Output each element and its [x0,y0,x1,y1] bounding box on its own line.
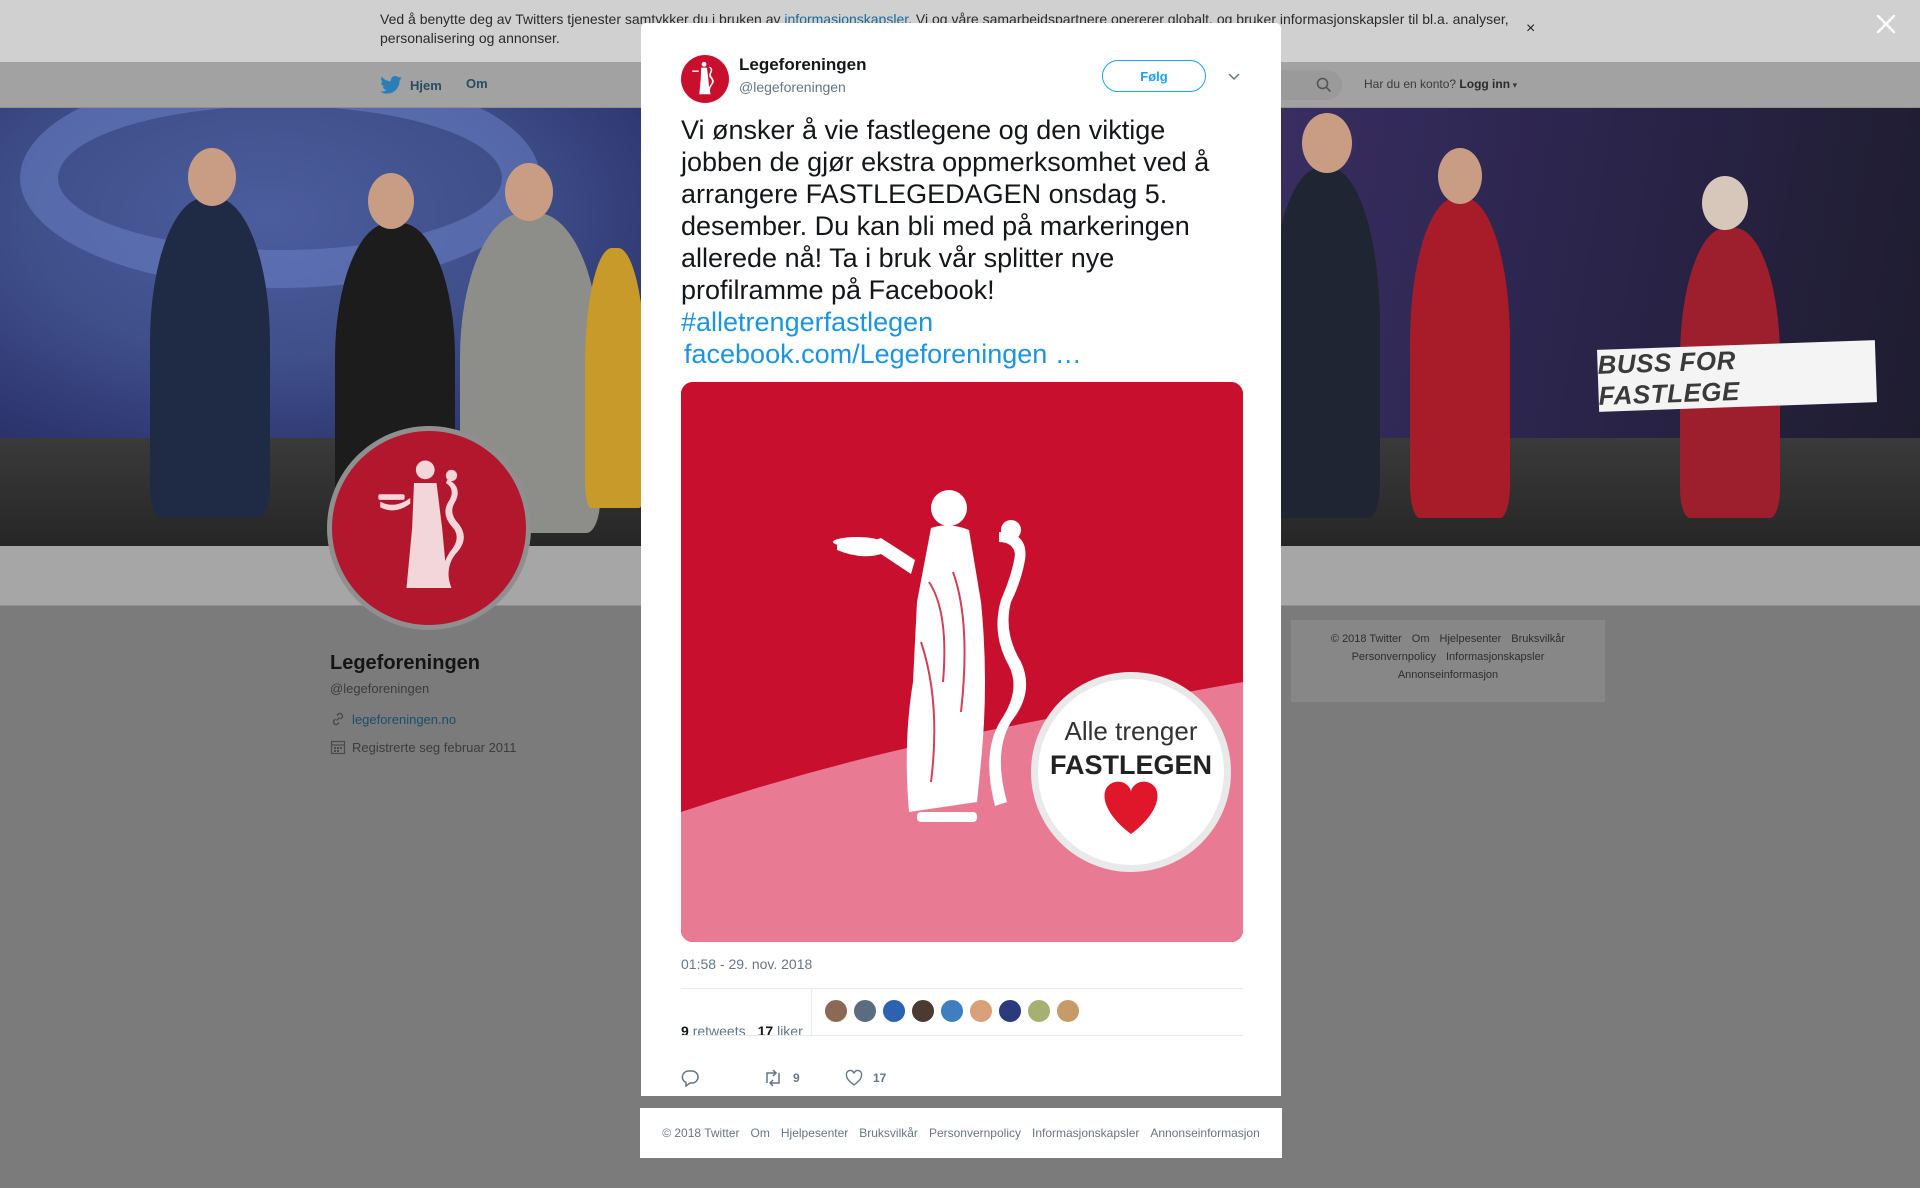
tweet-timestamp[interactable]: 01:58 - 29. nov. 2018 [681,956,812,972]
nav-about-link[interactable]: Om [466,76,488,91]
retweets-count: 9 [681,1023,689,1039]
asclepius-logo-icon [378,460,464,588]
footer-cookies-link[interactable]: Informasjonskapsler [1032,1126,1139,1140]
footer-terms-link[interactable]: Bruksvilkår [859,1126,918,1140]
tweet-author-name[interactable]: Legeforeningen [739,55,867,75]
follow-button[interactable]: Følg [1102,60,1206,92]
footer-ads-info-link[interactable]: Annonseinformasjon [1398,669,1498,681]
footer-about-link[interactable]: Om [751,1126,770,1140]
twitter-bird-icon [380,76,402,94]
footer-privacy-link[interactable]: Personvernpolicy [1352,651,1436,663]
cookie-close-icon[interactable]: × [1526,20,1535,38]
like-heart-icon [845,1069,863,1086]
profile-website-row: legeforeningen.no [330,711,456,727]
retweets-stat[interactable]: 9 retweets [681,1023,746,1039]
profile-joined-row: Registrerte seg februar 2011 [330,739,517,755]
tweet-media-image[interactable]: Alle trenger FASTLEGEN [681,382,1243,942]
tweet-modal: Legeforeningen @legeforeningen Følg Vi ø… [641,23,1281,1096]
login-link[interactable]: Logg inn [1459,77,1510,91]
divider [681,1035,1243,1036]
asclepius-logo-icon [692,61,714,95]
footer-terms-link[interactable]: Bruksvilkår [1511,633,1565,645]
tweet-stats: 9 retweets 17 liker [681,1023,803,1039]
nav-home-link[interactable]: Hjem [380,76,442,94]
tweet-body: Vi ønsker å vie fastlegene og den viktig… [681,115,1210,305]
liker-avatar[interactable] [853,999,877,1023]
footer-privacy-link[interactable]: Personvernpolicy [929,1126,1021,1140]
retweet-icon [766,1069,780,1087]
sidebar-footer: © 2018 Twitter Om Hjelpesenter Bruksvilkår … [1291,620,1605,702]
reply-icon [681,1070,699,1087]
login-area: Har du en konto? Logg inn ▾ [1364,77,1517,91]
tweet-author-handle[interactable]: @legeforeningen [739,79,846,95]
likes-count: 17 [757,1023,774,1039]
liker-avatar[interactable] [969,999,993,1023]
nav-home-label: Hjem [410,77,442,93]
liker-avatars [824,999,1080,1023]
footer-ads-info-link[interactable]: Annonseinformasjon [1150,1126,1259,1140]
profile-handle: @legeforeningen [330,681,430,696]
profile-avatar[interactable] [327,426,531,630]
profile-joined-text: Registrerte seg februar 2011 [352,739,517,755]
liker-avatar[interactable] [824,999,848,1023]
chevron-down-icon[interactable] [1225,67,1243,85]
login-prompt: Har du en konto? [1364,77,1457,91]
retweets-label: retweets [692,1023,746,1039]
liker-avatar[interactable] [911,999,935,1023]
like-button[interactable]: 17 [845,1069,886,1087]
reply-button[interactable] [681,1069,763,1087]
modal-footer: © 2018 Twitter Om Hjelpesenter Bruksvilk… [640,1108,1282,1158]
tweet-author-avatar[interactable] [681,55,729,103]
liker-avatar[interactable] [940,999,964,1023]
liker-avatar[interactable] [882,999,906,1023]
footer-copyright: © 2018 Twitter [662,1126,740,1140]
liker-avatar[interactable] [1056,999,1080,1023]
profile-name: Legeforeningen [330,652,481,674]
profile-website-link[interactable]: legeforeningen.no [352,712,456,727]
media-text-line2: FASTLEGEN [1050,750,1212,780]
liker-avatar[interactable] [998,999,1022,1023]
caret-down-icon[interactable]: ▾ [1510,80,1518,90]
media-text-line1: Alle trenger [1065,716,1198,746]
liker-avatar[interactable] [1027,999,1051,1023]
tweet-actions: 9 17 [681,1069,886,1087]
footer-copyright: © 2018 Twitter [1330,633,1402,645]
search-icon[interactable] [1316,77,1332,93]
likes-label: liker [777,1023,803,1039]
close-icon[interactable] [1874,12,1898,36]
footer-help-link[interactable]: Hjelpesenter [1440,633,1502,645]
tweet-external-link[interactable]: facebook.com/Legeforeningen … [681,338,1241,370]
tweet-hashtag-link[interactable]: #alletrengerfastlegen [681,306,1241,338]
footer-cookies-link[interactable]: Informasjonskapsler [1446,651,1544,663]
footer-about-link[interactable]: Om [1412,633,1430,645]
footer-help-link[interactable]: Hjelpesenter [781,1126,848,1140]
retweet-count: 9 [793,1071,800,1085]
stats-separator [811,989,812,1037]
likes-stat[interactable]: 17 liker [758,1023,803,1039]
tweet-text: Vi ønsker å vie fastlegene og den viktig… [681,114,1241,370]
link-icon [332,712,344,726]
like-count: 17 [873,1071,887,1085]
retweet-button[interactable]: 9 [763,1069,845,1087]
banner-sign: BUSS FOR FASTLEGE [1597,340,1877,412]
divider [681,988,1243,989]
calendar-icon [330,740,346,755]
